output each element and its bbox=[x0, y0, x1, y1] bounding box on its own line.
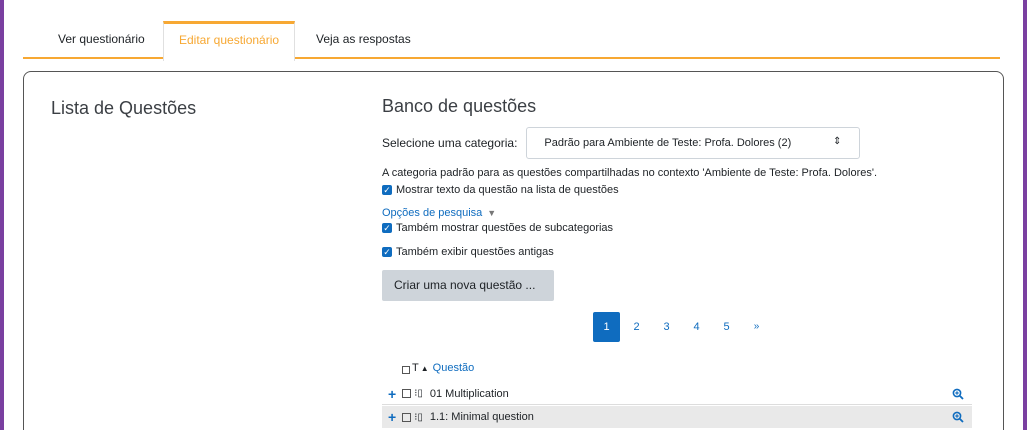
table-row: + ⁝▯ 01 Multiplication bbox=[382, 383, 972, 405]
tab-responses[interactable]: Veja as respostas bbox=[301, 21, 426, 59]
page-3[interactable]: 3 bbox=[653, 312, 680, 342]
create-question-button[interactable]: Criar uma nova questão ... bbox=[382, 270, 554, 301]
row-checkbox[interactable] bbox=[402, 412, 412, 422]
page-next[interactable]: » bbox=[743, 312, 770, 342]
question-column-header[interactable]: Questão bbox=[433, 362, 475, 374]
show-text-checkbox[interactable]: ✓ bbox=[382, 185, 392, 195]
category-select[interactable]: Padrão para Ambiente de Teste: Profa. Do… bbox=[526, 127, 861, 159]
subcategories-checkbox[interactable]: ✓ bbox=[382, 223, 392, 233]
page-5[interactable]: 5 bbox=[713, 312, 740, 342]
question-bank: Banco de questões Selecione uma categori… bbox=[382, 96, 992, 428]
question-list-title: Lista de Questões bbox=[51, 98, 197, 118]
search-options-label: Opções de pesquisa bbox=[382, 207, 483, 219]
caret-down-icon: ▼ bbox=[487, 208, 497, 218]
select-all-checkbox[interactable] bbox=[402, 365, 410, 374]
old-questions-checkbox[interactable]: ✓ bbox=[382, 247, 392, 257]
question-name: 1.1: Minimal question bbox=[429, 411, 534, 423]
multiple-choice-icon: ⁝▯ bbox=[414, 388, 423, 399]
question-card: Lista de Questões Banco de questões Sele… bbox=[23, 71, 1004, 430]
question-table-header: T ▲ Questão bbox=[402, 362, 474, 374]
sort-up-icon: ▲ bbox=[420, 363, 429, 373]
category-label: Selecione uma categoria: bbox=[382, 136, 518, 150]
question-name: 01 Multiplication bbox=[429, 387, 509, 400]
frame-right bbox=[1023, 0, 1027, 430]
category-row: Selecione uma categoria: Padrão para Amb… bbox=[382, 127, 992, 159]
question-bank-title: Banco de questões bbox=[382, 96, 537, 116]
page-1[interactable]: 1 bbox=[593, 312, 620, 342]
page-2[interactable]: 2 bbox=[623, 312, 650, 342]
preview-zoom-icon[interactable] bbox=[952, 388, 964, 400]
page-4[interactable]: 4 bbox=[683, 312, 710, 342]
show-text-option: ✓ Mostrar texto da questão na lista de q… bbox=[382, 184, 992, 196]
category-description: A categoria padrão para as questões comp… bbox=[382, 167, 878, 179]
old-questions-option: ✓ Também exibir questões antigas bbox=[382, 246, 992, 258]
preview-zoom-icon[interactable] bbox=[952, 411, 964, 423]
subcategories-label: Também mostrar questões de subcategorias bbox=[396, 222, 614, 234]
type-column-header[interactable]: T bbox=[412, 362, 419, 374]
select-arrows-icon: ⇕ bbox=[833, 136, 842, 147]
add-to-quiz-icon[interactable]: + bbox=[388, 409, 396, 425]
show-text-label: Mostrar texto da questão na lista de que… bbox=[396, 184, 619, 196]
frame-left bbox=[0, 0, 4, 430]
multiple-choice-icon: ⁝▯ bbox=[414, 411, 423, 423]
quiz-tabs: Ver questionário Editar questionário Vej… bbox=[23, 21, 1000, 61]
category-selected-value: Padrão para Ambiente de Teste: Profa. Do… bbox=[544, 137, 792, 149]
pagination: 1 2 3 4 5 » bbox=[593, 312, 773, 342]
tab-edit-quiz[interactable]: Editar questionário bbox=[163, 21, 296, 61]
tab-view-quiz[interactable]: Ver questionário bbox=[43, 21, 160, 59]
search-options-toggle[interactable]: Opções de pesquisa ▼ bbox=[382, 207, 992, 219]
add-to-quiz-icon[interactable]: + bbox=[388, 386, 396, 402]
table-row: + ⁝▯ 1.1: Minimal question bbox=[382, 406, 972, 428]
old-questions-label: Também exibir questões antigas bbox=[396, 246, 554, 258]
subcategories-option: ✓ Também mostrar questões de subcategori… bbox=[382, 222, 992, 234]
row-checkbox[interactable] bbox=[402, 389, 412, 398]
